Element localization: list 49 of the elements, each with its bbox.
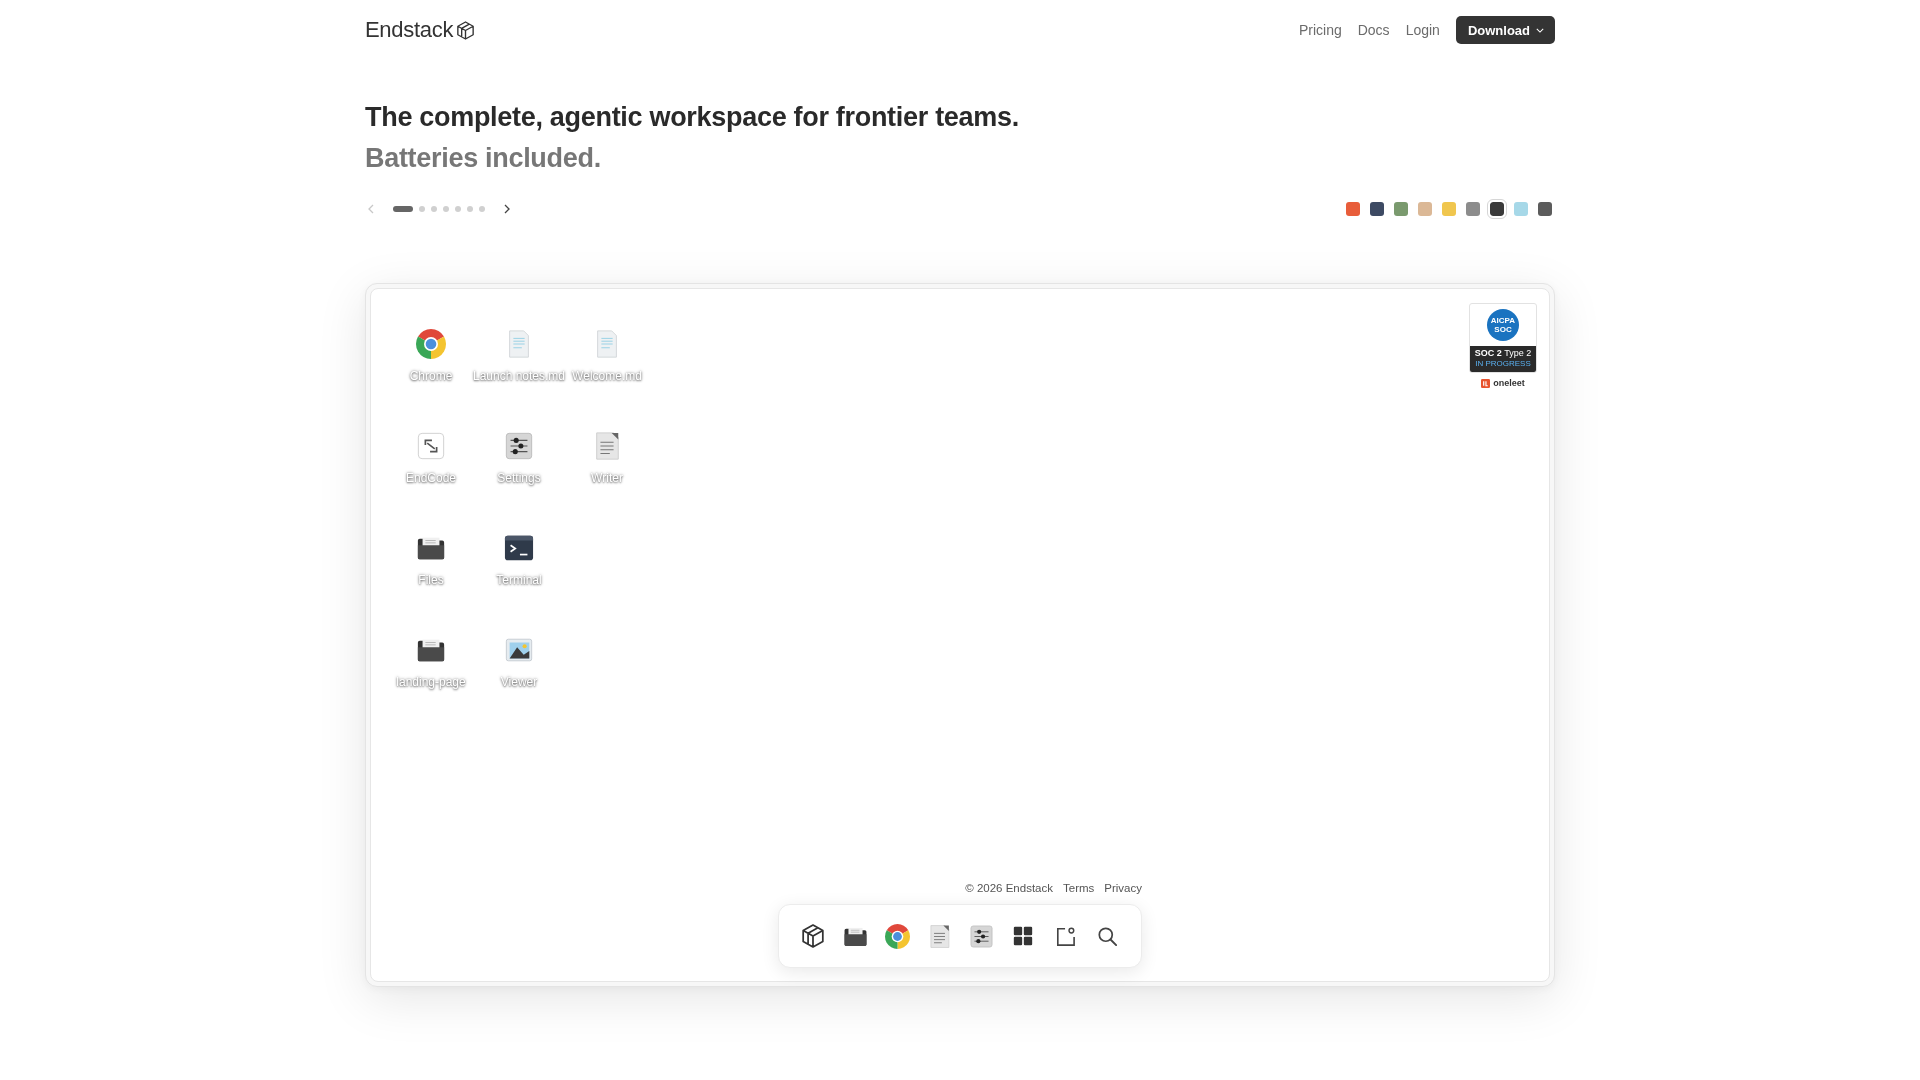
desktop-shortcut[interactable]: EndCode <box>396 431 466 485</box>
diagonal-arrow-tile-icon <box>416 431 446 461</box>
browser-icon <box>884 923 910 949</box>
sliders-icon <box>504 431 534 461</box>
theme-swatch-icon[interactable] <box>1391 199 1411 219</box>
chevron-left-icon <box>368 204 374 214</box>
nav-link[interactable]: Pricing <box>1298 22 1342 38</box>
terminal-icon <box>504 533 534 563</box>
desktop-shortcut[interactable]: Viewer <box>484 635 554 689</box>
browser-icon <box>416 329 446 359</box>
theme-swatch-icon[interactable] <box>1487 199 1507 219</box>
nav-link[interactable]: Login <box>1405 22 1440 38</box>
brand-logo-link[interactable]: Endstack <box>365 17 475 43</box>
theme-swatch-icon[interactable] <box>1439 199 1459 219</box>
search-icon <box>1097 926 1117 946</box>
hero-subtitle: Batteries included. <box>365 142 602 175</box>
desktop-shortcut[interactable]: Launch notes.md <box>470 329 568 383</box>
desktop-shortcut[interactable]: Chrome <box>396 329 466 383</box>
square-dot-icon <box>1055 926 1075 946</box>
vendor-logo-icon <box>1481 378 1491 388</box>
download-button[interactable]: Download <box>1455 16 1555 44</box>
theme-swatch-icon[interactable] <box>1415 199 1435 219</box>
theme-swatch-icon[interactable] <box>1463 199 1483 219</box>
desktop-shortcut[interactable]: Terminal <box>484 533 554 587</box>
footer-link[interactable]: Terms <box>1063 880 1095 896</box>
nav-link[interactable]: Docs <box>1357 22 1390 38</box>
badge-title: SOC 2 Type 2 <box>1474 348 1532 359</box>
desktop-shortcut[interactable]: Settings <box>484 431 554 485</box>
theme-swatch-icon[interactable] <box>1367 199 1387 219</box>
badge-status: IN PROGRESS <box>1475 359 1531 369</box>
theme-swatch-icon[interactable] <box>1343 199 1363 219</box>
cube-logo-icon <box>802 924 824 948</box>
copyright-text: © 2026 Endstack <box>965 881 1053 896</box>
slide-indicator[interactable] <box>393 206 413 212</box>
badge-vendor: oneleet <box>1493 378 1525 388</box>
desktop-shortcut[interactable]: landing-page <box>394 635 468 689</box>
desktop-shortcut[interactable]: Files <box>396 533 466 587</box>
theme-swatch-icon[interactable] <box>1511 199 1531 219</box>
cube-logo-icon <box>457 20 475 40</box>
grid-icon <box>1013 926 1033 946</box>
footer-link[interactable]: Privacy <box>1104 880 1142 896</box>
hero-title: The complete, agentic workspace for frontier teams. <box>365 101 1020 134</box>
chevron-down-icon <box>1536 27 1544 33</box>
desktop-shortcut[interactable]: Welcome.md <box>570 329 644 383</box>
desktop-shortcut[interactable]: Writer <box>572 431 642 485</box>
chevron-right-icon <box>504 204 510 214</box>
sliders-icon <box>968 923 994 949</box>
badge-seal: AICPA SOC <box>1487 309 1519 341</box>
theme-swatch-icon[interactable] <box>1535 199 1555 219</box>
